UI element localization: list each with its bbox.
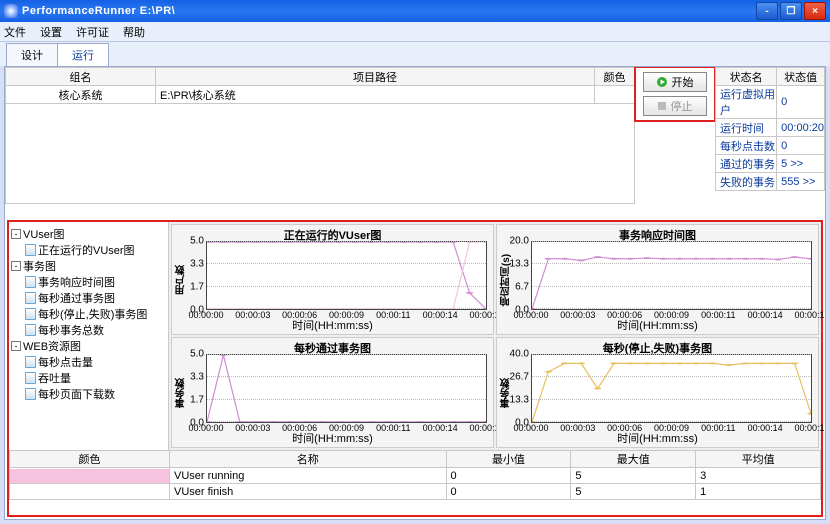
tree-trans[interactable]: -事务图 xyxy=(11,258,166,274)
app-icon xyxy=(4,4,18,18)
run-controls: 开始 停止 xyxy=(635,67,715,121)
project-row[interactable]: 核心系统 E:\PR\核心系统 xyxy=(6,86,635,104)
maximize-button[interactable]: ❐ xyxy=(780,2,802,20)
stop-icon xyxy=(657,101,667,111)
menu-file[interactable]: 文件 xyxy=(4,24,26,40)
menu-help[interactable]: 帮助 xyxy=(123,24,145,40)
close-button[interactable]: × xyxy=(804,2,826,20)
tree-trans-0[interactable]: 事务响应时间图 xyxy=(11,274,166,290)
chart-fail[interactable]: 每秒(停止,失败)事务图事务数时间(HH:mm:ss)0.013.326.740… xyxy=(496,337,819,448)
tab-bar: 设计 运行 xyxy=(0,42,830,66)
menu-bar: 文件 设置 许可证 帮助 xyxy=(0,22,830,42)
col-path: 项目路径 xyxy=(156,68,595,86)
tree-web-1[interactable]: 吞吐量 xyxy=(11,370,166,386)
tree-web-2[interactable]: 每秒页面下载数 xyxy=(11,386,166,402)
legend-table: 颜色 名称 最小值 最大值 平均值 VUser running 0 5 3 VU… xyxy=(9,450,821,510)
tab-design[interactable]: 设计 xyxy=(6,43,58,66)
tree-web[interactable]: -WEB资源图 xyxy=(11,338,166,354)
tree-web-0[interactable]: 每秒点击量 xyxy=(11,354,166,370)
start-button[interactable]: 开始 xyxy=(643,72,707,92)
window-title: PerformanceRunner E:\PR\ xyxy=(22,5,756,17)
chart-tree: -VUser图 正在运行的VUser图 -事务图 事务响应时间图 每秒通过事务图… xyxy=(9,222,169,450)
tree-trans-1[interactable]: 每秒通过事务图 xyxy=(11,290,166,306)
col-color: 颜色 xyxy=(595,68,635,86)
status-table: 状态名 状态值 运行虚拟用户0 运行时间00:00:20 每秒点击数0 通过的事… xyxy=(715,67,825,204)
legend-row[interactable]: VUser finish 0 5 1 xyxy=(10,484,821,500)
cell-path: E:\PR\核心系统 xyxy=(156,86,595,104)
chart-pass[interactable]: 每秒通过事务图事务数时间(HH:mm:ss)0.01.73.35.000:00:… xyxy=(171,337,494,448)
status-h-name: 状态名 xyxy=(716,68,777,86)
tree-vuser-running[interactable]: 正在运行的VUser图 xyxy=(11,242,166,258)
stop-button[interactable]: 停止 xyxy=(643,96,707,116)
chart-response[interactable]: 事务响应时间图响应时间(s)时间(HH:mm:ss)0.06.713.320.0… xyxy=(496,224,819,335)
status-row: 每秒点击数0 xyxy=(716,137,825,155)
status-row: 运行虚拟用户0 xyxy=(716,86,825,119)
status-row: 通过的事务5 >> xyxy=(716,155,825,173)
status-row: 失败的事务555 >> xyxy=(716,173,825,191)
start-label: 开始 xyxy=(672,74,694,90)
cell-color xyxy=(595,86,635,104)
chart-vuser[interactable]: 正在运行的VUser图用户数时间(HH:mm:ss)0.01.73.35.000… xyxy=(171,224,494,335)
menu-license[interactable]: 许可证 xyxy=(76,24,109,40)
title-bar: PerformanceRunner E:\PR\ - ❐ × xyxy=(0,0,830,22)
charts-grid: 正在运行的VUser图用户数时间(HH:mm:ss)0.01.73.35.000… xyxy=(169,222,821,450)
tree-vuser[interactable]: -VUser图 xyxy=(11,226,166,242)
cell-group: 核心系统 xyxy=(6,86,156,104)
col-group: 组名 xyxy=(6,68,156,86)
upper-panel: 组名 项目路径 颜色 核心系统 E:\PR\核心系统 开始 停止 xyxy=(5,67,825,204)
legend-row[interactable]: VUser running 0 5 3 xyxy=(10,468,821,484)
status-row: 运行时间00:00:20 xyxy=(716,119,825,137)
play-icon xyxy=(656,76,668,88)
tab-run[interactable]: 运行 xyxy=(57,43,109,66)
charts-panel: -VUser图 正在运行的VUser图 -事务图 事务响应时间图 每秒通过事务图… xyxy=(7,220,823,517)
project-table: 组名 项目路径 颜色 核心系统 E:\PR\核心系统 xyxy=(5,67,635,204)
content-area: 组名 项目路径 颜色 核心系统 E:\PR\核心系统 开始 停止 xyxy=(4,66,826,520)
tree-trans-3[interactable]: 每秒事务总数 xyxy=(11,322,166,338)
status-h-val: 状态值 xyxy=(777,68,825,86)
minimize-button[interactable]: - xyxy=(756,2,778,20)
stop-label: 停止 xyxy=(671,98,693,114)
menu-settings[interactable]: 设置 xyxy=(40,24,62,40)
tree-trans-2[interactable]: 每秒(停止,失败)事务图 xyxy=(11,306,166,322)
